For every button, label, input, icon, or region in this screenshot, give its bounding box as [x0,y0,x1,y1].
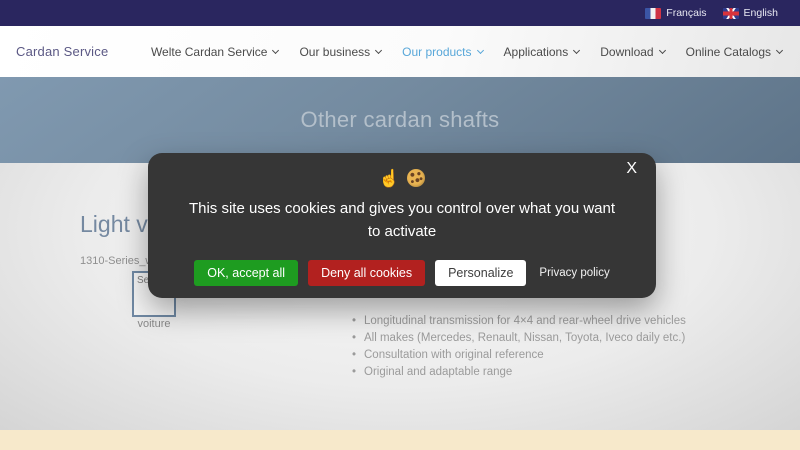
chevron-down-icon [573,46,581,54]
pointing-hand-icon: ☝ [378,168,401,188]
site-logo[interactable]: Cardan Service [16,44,108,59]
personalize-button[interactable]: Personalize [435,260,527,286]
feature-item: Longitudinal transmission for 4×4 and re… [352,313,686,330]
nav-label: Our business [299,44,371,59]
cookie-consent-dialog: X ☝ This site uses cookies and gives you… [148,153,656,298]
nav-item-applications[interactable]: Applications [503,44,581,59]
nav-label: Applications [503,44,569,59]
chevron-down-icon [476,46,484,54]
feature-item: All makes (Mercedes, Renault, Nissan, To… [352,330,686,347]
nav-item-online-catalogs[interactable]: Online Catalogs [685,44,784,59]
page-banner: Other cardan shafts [0,77,800,163]
nav-label: Our products [402,44,472,59]
feature-list: Longitudinal transmission for 4×4 and re… [352,313,686,381]
language-bar: Français English [0,0,800,26]
flag-uk-icon [722,7,739,19]
chevron-down-icon [375,46,383,54]
nav-label: Online Catalogs [685,44,771,59]
footer-band [0,430,800,450]
accept-all-button[interactable]: OK, accept all [194,260,299,286]
nav-item-our-products[interactable]: Our products [402,44,484,59]
image-caption: voiture [137,318,171,330]
nav-item-download[interactable]: Download [600,44,666,59]
cookie-message: This site uses cookies and gives you con… [188,200,616,240]
language-francais-label: Français [666,7,707,19]
site-header: Cardan Service Welte Cardan Service Our … [0,26,800,77]
language-francais[interactable]: Français [645,7,707,19]
cookie-button-row: OK, accept all Deny all cookies Personal… [148,260,656,286]
chevron-down-icon [658,46,666,54]
flag-france-icon [645,7,662,19]
feature-item: Consultation with original reference [352,347,686,364]
feature-item: Original and adaptable range [352,364,686,381]
page-title: Other cardan shafts [300,107,500,132]
privacy-policy-link[interactable]: Privacy policy [539,267,609,279]
close-icon[interactable]: X [626,161,637,177]
chevron-down-icon [272,46,280,54]
language-english[interactable]: English [722,7,778,19]
main-nav: Welte Cardan Service Our business Our pr… [150,44,784,59]
language-english-label: English [743,7,778,19]
deny-all-button[interactable]: Deny all cookies [308,260,426,286]
chevron-down-icon [775,46,784,54]
nav-item-welte-cardan-service[interactable]: Welte Cardan Service [150,44,280,59]
page: Français English Cardan Service Welte Ca… [0,0,800,450]
nav-label: Download [600,44,654,59]
nav-item-our-business[interactable]: Our business [299,44,383,59]
cookie-dialog-icons: ☝ [148,166,656,190]
cookie-icon [407,169,426,187]
nav-label: Welte Cardan Service [150,44,268,59]
